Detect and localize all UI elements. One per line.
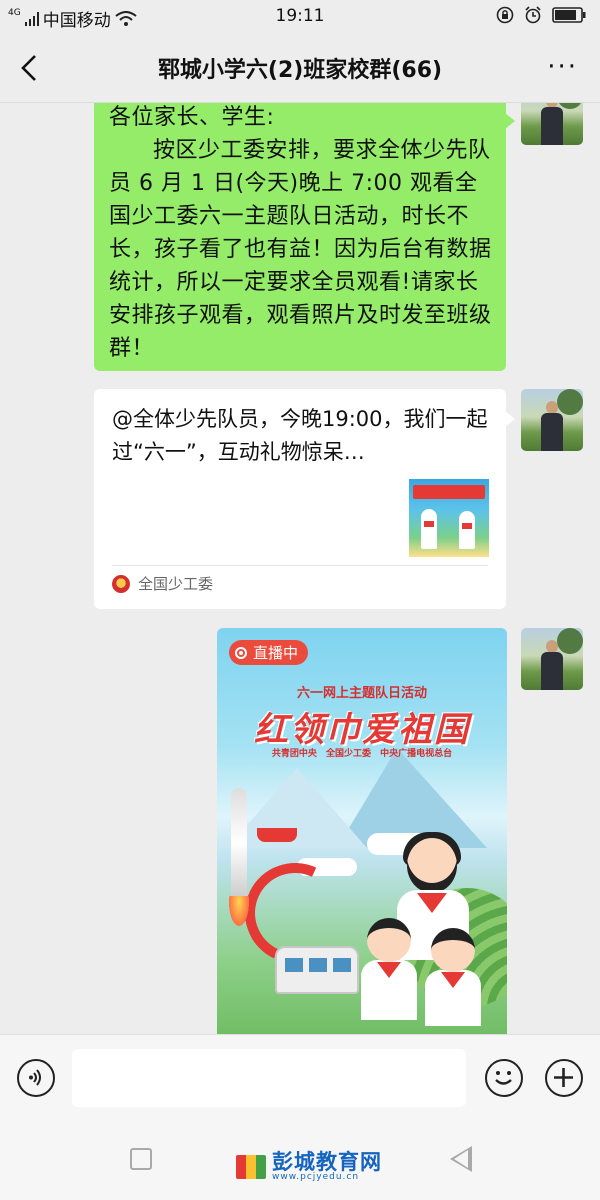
alarm-icon [525, 6, 541, 24]
emoji-icon[interactable] [485, 1059, 523, 1097]
article-source-name: 全国少工委 [138, 575, 214, 593]
card-divider [112, 565, 488, 566]
avatar[interactable] [521, 389, 583, 451]
train-illustration [275, 946, 359, 994]
status-bar: 4G 中国移动 19:11 [0, 0, 600, 34]
rocket-illustration [231, 788, 247, 898]
more-icon[interactable]: ··· [547, 52, 578, 82]
message-input-bar [0, 1034, 600, 1121]
poster-headline: 红领巾爱祖国 [254, 710, 470, 750]
back-triangle-icon[interactable] [450, 1146, 472, 1172]
recent-apps-icon[interactable] [130, 1148, 152, 1170]
watermark-logo: 彭城教育网 www.pcjyedu.cn [236, 1152, 382, 1182]
young-pioneers-logo-icon [112, 574, 130, 593]
article-source: 全国少工委 [112, 573, 213, 594]
voice-input-icon[interactable] [17, 1059, 55, 1097]
avatar[interactable] [521, 103, 583, 145]
plus-icon[interactable] [545, 1059, 583, 1097]
system-navigation-bar: 彭城教育网 www.pcjyedu.cn [0, 1120, 600, 1200]
back-arrow-icon[interactable] [18, 52, 42, 84]
message-greeting: 各位家长、学生: [109, 105, 275, 130]
watermark-name: 彭城教育网 [272, 1150, 382, 1174]
sent-text-message[interactable]: 各位家长、学生: 按区少工委安排，要求全体少先队员 6 月 1 日(今天)晚上 … [94, 103, 515, 371]
chat-header: 郓城小学六(2)班家校群(66) ··· [0, 34, 600, 103]
book-logo-icon [236, 1155, 266, 1179]
message-input[interactable] [72, 1049, 466, 1107]
live-poster-message[interactable]: 直播中 六一网上主题队日活动 红领巾爱祖国 共青团中央 全国少工委 中央广播电视… [217, 628, 507, 1034]
article-thumbnail [409, 479, 489, 557]
message-list[interactable]: 各位家长、学生: 按区少工委安排，要求全体少先队员 6 月 1 日(今天)晚上 … [0, 103, 600, 1034]
status-icons [496, 6, 586, 24]
chat-title: 郓城小学六(2)班家校群(66) [157, 58, 443, 83]
lock-rotation-icon [496, 6, 514, 24]
live-badge-label: 直播中 [253, 644, 299, 662]
battery-icon [552, 7, 586, 23]
message-body: 按区少工委安排，要求全体少先队员 6 月 1 日(今天)晚上 7:00 观看全国… [109, 138, 492, 361]
live-badge[interactable]: 直播中 [229, 640, 309, 665]
poster-organizers: 共青团中央 全国少工委 中央广播电视总台 [271, 749, 453, 759]
article-card-message[interactable]: @全体少先队员，今晚19:00，我们一起过“六一”，互动礼物惊呆… 全国少工委 [94, 389, 515, 609]
live-dot-icon [235, 646, 247, 659]
poster-subtitle: 六一网上主题队日活动 [296, 686, 427, 701]
article-title: @全体少先队员，今晚19:00，我们一起过“六一”，互动礼物惊呆… [112, 407, 488, 464]
avatar[interactable] [521, 628, 583, 690]
